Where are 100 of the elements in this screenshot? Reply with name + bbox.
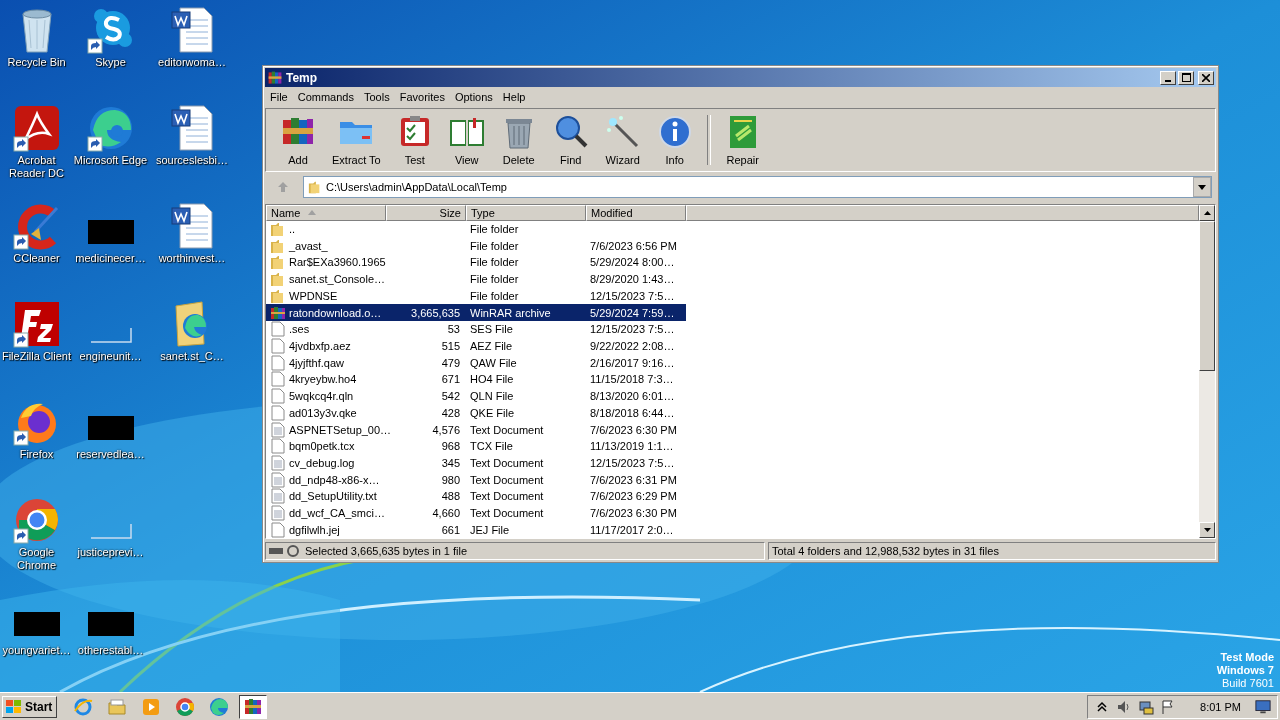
desktop-icon-label[interactable]: CCleaner	[13, 252, 60, 265]
file-row[interactable]: 4kryeybw.ho4 671 HO4 File 11/15/2018 7:3…	[266, 371, 686, 388]
file-row[interactable]: dgfilwlh.jej 661 JEJ File 11/17/2017 2:0…	[266, 521, 686, 538]
desktop-icon-label[interactable]: worthinvest…	[158, 252, 226, 265]
menu-item[interactable]: Options	[449, 90, 498, 103]
desktop-icon-label[interactable]: medicinecer…	[75, 252, 146, 265]
column-header[interactable]: Name	[266, 205, 386, 221]
file-modified: 12/15/2023 7:5…	[590, 456, 675, 469]
file-row[interactable]: 5wqkcq4r.qln 542 QLN File 8/13/2020 6:01…	[266, 387, 686, 405]
file-name: ratondownload.o…	[289, 306, 382, 319]
toolbar-button[interactable]: Wizard	[596, 112, 649, 168]
close-button[interactable]	[1198, 70, 1214, 85]
file-row[interactable]: dd_wcf_CA_smci… 4,660 Text Document 7/6/2023 6:30 PM	[266, 504, 686, 522]
desktop-icon-label[interactable]: engineunit…	[79, 350, 142, 363]
file-type: Text Document	[470, 490, 544, 503]
toolbar-button[interactable]: Delete	[492, 112, 545, 168]
app-icon[interactable]	[12, 300, 61, 348]
column-header[interactable]: Modified	[586, 205, 686, 221]
menu-item[interactable]: Tools	[359, 90, 395, 103]
file-size: 515	[441, 340, 460, 352]
scroll-up-button[interactable]	[1199, 205, 1215, 221]
file-row[interactable]: Rar$EXa3960.1965 File folder 5/29/2024 8:00…	[266, 254, 686, 271]
folder-icon	[308, 180, 322, 194]
desktop-icon-label[interactable]: Recycle Bin	[7, 56, 66, 69]
file-row[interactable]: 4jyjfthf.qaw 479 QAW File 2/16/2017 9:16…	[266, 354, 686, 372]
file-size: 53	[447, 323, 460, 336]
toolbar-button[interactable]: Find	[544, 112, 597, 168]
desktop-icon-label[interactable]: Skype	[95, 56, 126, 69]
address-field[interactable]: C:\Users\admin\AppData\Local\Temp	[303, 176, 1212, 198]
desktop-icon-label[interactable]: Acrobat Reader DC	[0, 154, 73, 180]
app-icon[interactable]	[86, 6, 135, 54]
network-icon[interactable]	[1138, 698, 1155, 715]
file-size: 542	[441, 390, 460, 403]
desktop-icon-label[interactable]: Firefox	[19, 448, 54, 461]
play-icon	[141, 696, 162, 717]
file-row[interactable]: _avast_ File folder 7/6/2023 6:56 PM	[266, 237, 686, 255]
folder-icon	[270, 287, 286, 304]
file-name: 4jvdbxfp.aez	[289, 340, 351, 352]
toolbar-button[interactable]: Add	[272, 112, 324, 168]
app-icon[interactable]	[12, 202, 61, 250]
file-row[interactable]: ASPNETSetup_00… 4,576 Text Document 7/6/2023 6:30 PM	[266, 421, 686, 438]
scroll-thumb[interactable]	[1199, 221, 1215, 371]
desktop-icon-label[interactable]: FileZilla Client	[1, 350, 72, 363]
toolbar-button[interactable]: Extract To	[324, 112, 389, 168]
taskbar-app-icon[interactable]	[239, 694, 268, 719]
dropdown-button[interactable]	[1193, 177, 1211, 197]
file-row[interactable]: ratondownload.o… 3,665,635 WinRAR archive 5/29/2024 7:59…	[266, 304, 686, 321]
start-button[interactable]: Start	[2, 695, 58, 718]
file-type: HO4 File	[470, 373, 514, 386]
file-name: dd_wcf_CA_smci…	[289, 507, 385, 519]
browser-icon[interactable]	[12, 496, 61, 544]
desktop-icon-label[interactable]: editorwoma…	[158, 56, 226, 69]
document-icon[interactable]	[168, 6, 216, 54]
file-modified: 8/13/2020 6:01…	[590, 390, 675, 403]
menu-item[interactable]: Commands	[292, 90, 359, 103]
menu-item[interactable]: Favorites	[394, 90, 450, 103]
maximize-button[interactable]	[1178, 70, 1194, 85]
file-row[interactable]: .. File folder	[266, 220, 686, 238]
menu-item[interactable]: File	[265, 90, 293, 103]
file-row[interactable]: dd_ndp48-x86-x… 980 Text Document 7/6/2023 6:31 PM	[266, 471, 686, 488]
file-name: cv_debug.log	[289, 456, 355, 469]
file-row[interactable]: 4jvdbxfp.aez 515 AEZ File 9/22/2022 2:08…	[266, 337, 686, 355]
window-title: Temp	[286, 70, 319, 85]
toolbar-button[interactable]: Test	[388, 112, 441, 168]
file-size: 488	[441, 490, 460, 503]
file-row[interactable]: dd_SetupUtility.txt 488 Text Document 7/6/2023 6:29 PM	[266, 487, 686, 505]
file-modified: 11/13/2019 1:1…	[590, 440, 674, 453]
file-row[interactable]: cv_debug.log 345 Text Document 12/15/2023 7:5…	[266, 454, 686, 472]
file-type: SES File	[470, 323, 513, 336]
scroll-down-button[interactable]	[1199, 522, 1215, 538]
toolbar-button[interactable]: Repair	[716, 112, 769, 168]
minimize-button[interactable]	[1160, 70, 1176, 85]
file-size: 4,576	[432, 423, 460, 436]
monitor-icon[interactable]	[1255, 698, 1271, 715]
browser-icon	[175, 696, 196, 717]
document-icon[interactable]	[168, 104, 216, 152]
file-modified: 7/6/2023 6:56 PM	[590, 239, 677, 252]
file-row[interactable]: bqm0petk.tcx 968 TCX File 11/13/2019 1:1…	[266, 437, 686, 455]
file-row[interactable]: sanet.st_Console… File folder 8/29/2020 1:43…	[266, 270, 686, 288]
file-row[interactable]: WPDNSE File folder 12/15/2023 7:5…	[266, 287, 686, 305]
app-icon[interactable]	[12, 104, 61, 152]
file-size: 980	[441, 473, 460, 486]
document-icon[interactable]	[168, 202, 216, 250]
column-header[interactable]: Type	[466, 205, 586, 221]
archive-icon	[270, 304, 286, 321]
file-row[interactable]: ad013y3v.qke 428 QKE File 8/18/2018 6:44…	[266, 404, 686, 422]
file-row[interactable]: .ses 53 SES File 12/15/2023 7:5…	[266, 320, 686, 338]
drive-icon[interactable]	[269, 545, 301, 557]
clock[interactable]: 8:01 PM	[1200, 700, 1241, 713]
column-header[interactable]: Size	[386, 205, 466, 221]
file-type: File folder	[470, 256, 519, 269]
folder-icon	[270, 221, 286, 238]
browser-icon[interactable]	[86, 104, 135, 152]
menu-item[interactable]: Help	[497, 90, 531, 103]
file-type: JEJ File	[470, 523, 510, 536]
desktop-icon-label[interactable]: sourceslesbi…	[155, 154, 229, 167]
toolbar-button[interactable]: Info	[648, 112, 701, 168]
toolbar-button[interactable]: View	[440, 112, 493, 168]
desktop-icon-label[interactable]: Microsoft Edge	[73, 154, 148, 167]
desktop-icon-label[interactable]: sanet.st_C…	[160, 350, 224, 363]
